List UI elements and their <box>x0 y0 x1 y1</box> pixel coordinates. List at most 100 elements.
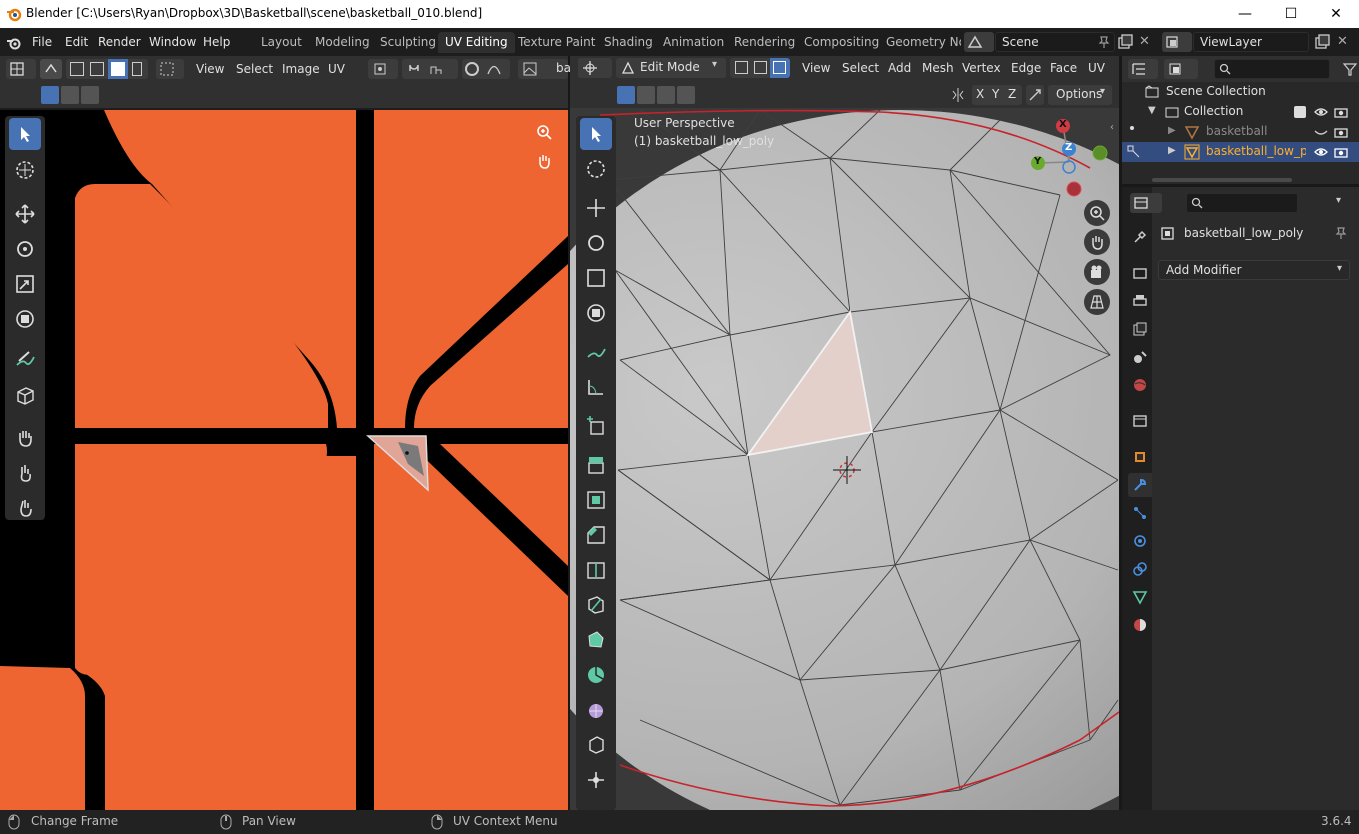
tab-modeling[interactable]: Modeling <box>308 32 377 53</box>
add-modifier-dropdown[interactable]: Add Modifier ▾ <box>1158 260 1350 280</box>
vertex-select-icon[interactable] <box>70 62 84 76</box>
measure-tool[interactable] <box>580 371 612 403</box>
vp-menu-face[interactable]: Face <box>1050 61 1077 75</box>
select-extend-icon[interactable] <box>61 86 79 104</box>
render-tab[interactable] <box>1128 261 1152 285</box>
cursor-tool[interactable] <box>9 154 41 186</box>
edge-select-icon[interactable] <box>90 62 104 76</box>
uv-cube-tool[interactable] <box>9 380 41 412</box>
modifier-tab[interactable] <box>1128 473 1152 497</box>
select-new-icon[interactable] <box>41 86 59 104</box>
viewport-editor-type-button[interactable] <box>578 58 612 78</box>
spin-tool[interactable] <box>580 659 612 691</box>
minimize-button[interactable]: — <box>1222 0 1268 28</box>
vp-select-tool[interactable] <box>580 118 612 150</box>
properties-editor-type-button[interactable] <box>1130 193 1162 213</box>
vp-select-box-group[interactable] <box>617 86 701 104</box>
material-tab[interactable] <box>1128 613 1152 637</box>
options-dropdown[interactable]: Options ▾ <box>1048 85 1112 105</box>
vp-zoom-button[interactable] <box>1084 200 1110 226</box>
vp-cursor-tool[interactable] <box>580 153 612 185</box>
vp-menu-add[interactable]: Add <box>888 61 911 75</box>
sidebar-toggle-icon[interactable]: ‹ <box>1110 122 1114 133</box>
pinch-tool[interactable] <box>9 492 41 524</box>
vp-select-new-icon[interactable] <box>617 86 635 104</box>
grab-tool[interactable] <box>9 422 41 454</box>
view-layer-tab[interactable] <box>1128 317 1152 341</box>
image-browse-button[interactable]: ba <box>518 59 571 79</box>
menu-help[interactable]: Help <box>203 35 230 49</box>
view-layer-field[interactable]: ViewLayer <box>1193 32 1309 52</box>
collection-tab[interactable] <box>1128 409 1152 433</box>
rotate-tool[interactable] <box>9 233 41 265</box>
new-view-layer-icon[interactable] <box>1314 34 1330 50</box>
vp-select-invert-icon[interactable] <box>677 86 695 104</box>
uv-select-mode-group[interactable] <box>66 59 148 79</box>
expand-collection-icon[interactable]: ▼ <box>1148 105 1156 116</box>
physics-tab[interactable] <box>1128 529 1152 553</box>
outliner-row-collection[interactable]: ▼ Collection <box>1122 102 1359 122</box>
vp-annotate-tool[interactable] <box>580 336 612 368</box>
add-cube-tool[interactable] <box>580 410 612 442</box>
extrude-tool[interactable] <box>580 449 612 481</box>
ortho-toggle-button[interactable] <box>1084 289 1110 315</box>
shrink-tool[interactable] <box>580 729 612 761</box>
mirror-x-toggle[interactable]: X <box>976 87 984 101</box>
particles-tab[interactable] <box>1128 501 1152 525</box>
scale-tool[interactable] <box>9 268 41 300</box>
tab-sculpting[interactable]: Sculpting <box>373 32 443 53</box>
tab-geometry-nodes[interactable]: Geometry No <box>879 32 961 53</box>
remove-view-layer-icon[interactable]: ✕ <box>1337 34 1348 49</box>
remove-scene-icon[interactable]: ✕ <box>1139 34 1150 49</box>
maximize-button[interactable]: ☐ <box>1268 0 1314 28</box>
bevel-tool[interactable] <box>580 519 612 551</box>
island-select-icon[interactable] <box>132 62 142 76</box>
tab-shading[interactable]: Shading <box>597 32 660 53</box>
vp-transform-tool[interactable] <box>580 297 612 329</box>
uv-menu-select[interactable]: Select <box>236 62 273 76</box>
visibility-eye-icon[interactable] <box>1314 105 1328 119</box>
menu-edit[interactable]: Edit <box>65 35 88 49</box>
properties-search-input[interactable] <box>1186 193 1298 213</box>
mode-dropdown[interactable]: Edit Mode ▾ <box>616 58 726 78</box>
sync-selection-button[interactable] <box>40 59 62 79</box>
menu-file[interactable]: File <box>32 35 52 49</box>
outliner-row-basketball[interactable]: ▶ basketball <box>1122 122 1359 142</box>
vp-menu-view[interactable]: View <box>802 61 830 75</box>
mirror-icon[interactable] <box>950 87 966 103</box>
render-camera-icon[interactable] <box>1334 105 1348 119</box>
auto-merge-button[interactable] <box>1026 85 1044 105</box>
pan-navigate-button[interactable] <box>531 148 557 174</box>
outliner-scrollbar[interactable] <box>1152 178 1292 182</box>
scene-selector[interactable] <box>964 32 994 52</box>
pin-icon[interactable] <box>1097 35 1111 49</box>
uv-texture-canvas[interactable] <box>0 110 568 810</box>
edge-mode-icon[interactable] <box>754 61 767 74</box>
loop-cut-tool[interactable] <box>580 554 612 586</box>
output-tab[interactable] <box>1128 289 1152 313</box>
low-poly-camera-icon[interactable] <box>1334 145 1348 159</box>
knife-tool[interactable] <box>580 589 612 621</box>
view-layer-selector[interactable] <box>1162 32 1192 52</box>
scene-tab[interactable] <box>1128 345 1152 369</box>
select-subtract-icon[interactable] <box>81 86 99 104</box>
camera-view-button[interactable] <box>1084 259 1110 285</box>
uv-select-box-group[interactable] <box>41 86 99 104</box>
relax-tool[interactable] <box>9 457 41 489</box>
tab-texture-paint[interactable]: Texture Paint <box>511 32 602 53</box>
outliner-row-scene-collection[interactable]: Scene Collection <box>1122 82 1359 102</box>
menu-window[interactable]: Window <box>149 35 196 49</box>
tool-tab[interactable] <box>1128 225 1152 249</box>
vp-menu-select[interactable]: Select <box>842 61 879 75</box>
transform-tool[interactable] <box>9 303 41 335</box>
annotate-tool[interactable] <box>9 344 41 376</box>
vp-menu-vertex[interactable]: Vertex <box>962 61 1001 75</box>
snap-group[interactable] <box>402 59 458 79</box>
expand-low-poly-icon[interactable]: ▶ <box>1168 145 1176 156</box>
blender-menu-icon[interactable] <box>6 35 22 51</box>
tab-uv-editing[interactable]: UV Editing <box>438 32 515 53</box>
vp-select-extend-icon[interactable] <box>637 86 655 104</box>
edit-mode-toggle-icon[interactable] <box>1126 144 1142 160</box>
poly-build-tool[interactable] <box>580 624 612 656</box>
select-box-tool[interactable] <box>9 118 41 150</box>
